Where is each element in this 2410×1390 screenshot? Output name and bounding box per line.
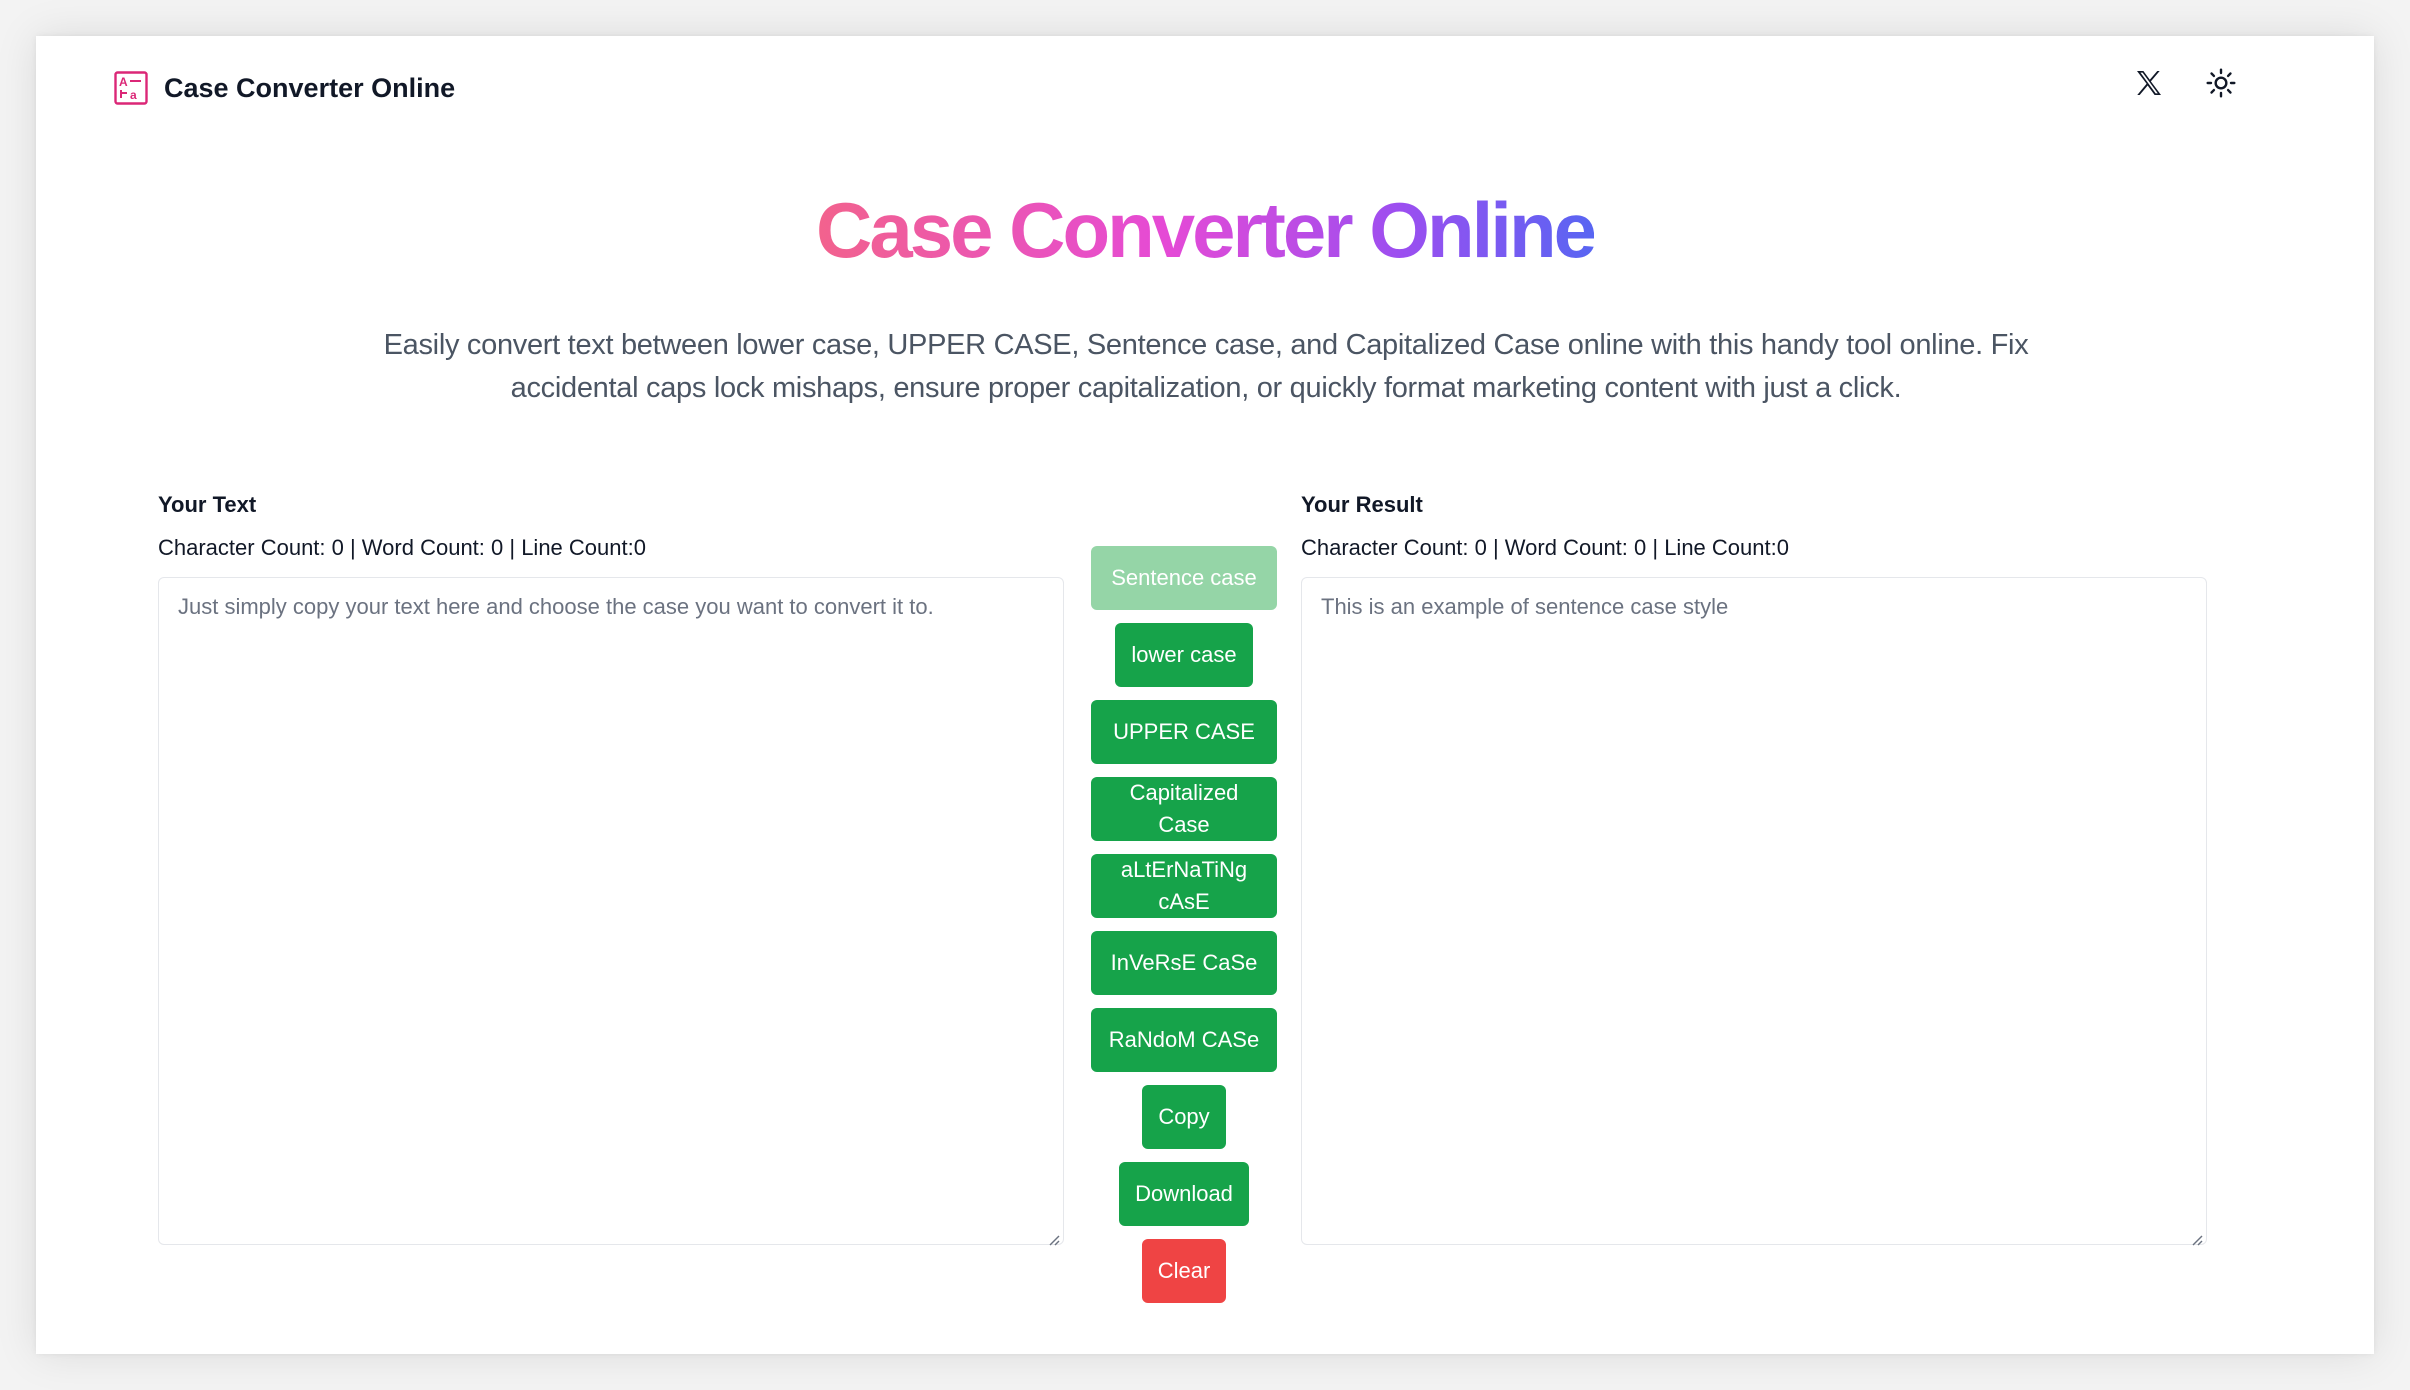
result-counts: Character Count: 0 | Word Count: 0 | Lin…: [1301, 535, 1789, 560]
conversion-buttons: Sentence case lower case UPPER CASE Capi…: [1089, 546, 1279, 1303]
sentence-case-button[interactable]: Sentence case: [1091, 546, 1277, 610]
upper-case-button[interactable]: UPPER CASE: [1091, 700, 1277, 764]
x-twitter-link[interactable]: [2132, 66, 2166, 100]
svg-text:a: a: [130, 88, 137, 102]
result-wrapper: [1301, 565, 2207, 1250]
input-panel: Your Text Character Count: 0 | Word Coun…: [158, 492, 1064, 1250]
app-window: A a Case Converter Online Case Converter…: [36, 36, 2374, 1354]
x-twitter-icon: [2137, 71, 2161, 95]
page-title: Case Converter Online: [36, 184, 2374, 278]
result-panel: Your Result Character Count: 0 | Word Co…: [1301, 492, 2207, 1250]
brand-name: Case Converter Online: [164, 72, 456, 103]
result-label: Your Result: [1301, 492, 1423, 517]
copy-button[interactable]: Copy: [1142, 1085, 1226, 1149]
inverse-case-button[interactable]: InVeRsE CaSe: [1091, 931, 1277, 995]
page-title-text: Case Converter Online: [816, 186, 1597, 274]
input-counts: Character Count: 0 | Word Count: 0 | Lin…: [158, 535, 646, 560]
clear-button[interactable]: Clear: [1141, 1239, 1227, 1303]
download-button[interactable]: Download: [1119, 1162, 1249, 1226]
svg-text:A: A: [119, 75, 128, 89]
result-textarea[interactable]: [1301, 577, 2207, 1245]
alternating-case-button[interactable]: aLtErNaTiNg cAsE: [1091, 854, 1277, 918]
page-description: Easily convert text between lower case, …: [383, 329, 2029, 404]
input-textarea[interactable]: [158, 577, 1064, 1245]
input-label: Your Text: [158, 492, 257, 517]
header-actions: [2132, 66, 2238, 100]
lower-case-button[interactable]: lower case: [1115, 623, 1253, 687]
sun-icon: [2206, 68, 2236, 98]
brand-logo[interactable]: A a Case Converter Online: [114, 71, 455, 105]
case-converter-logo-icon: A a: [114, 71, 148, 105]
input-wrapper: [158, 565, 1064, 1250]
capitalized-case-button[interactable]: Capitalized Case: [1091, 777, 1277, 841]
random-case-button[interactable]: RaNdoM CASe: [1091, 1008, 1277, 1072]
theme-toggle-button[interactable]: [2204, 66, 2238, 100]
